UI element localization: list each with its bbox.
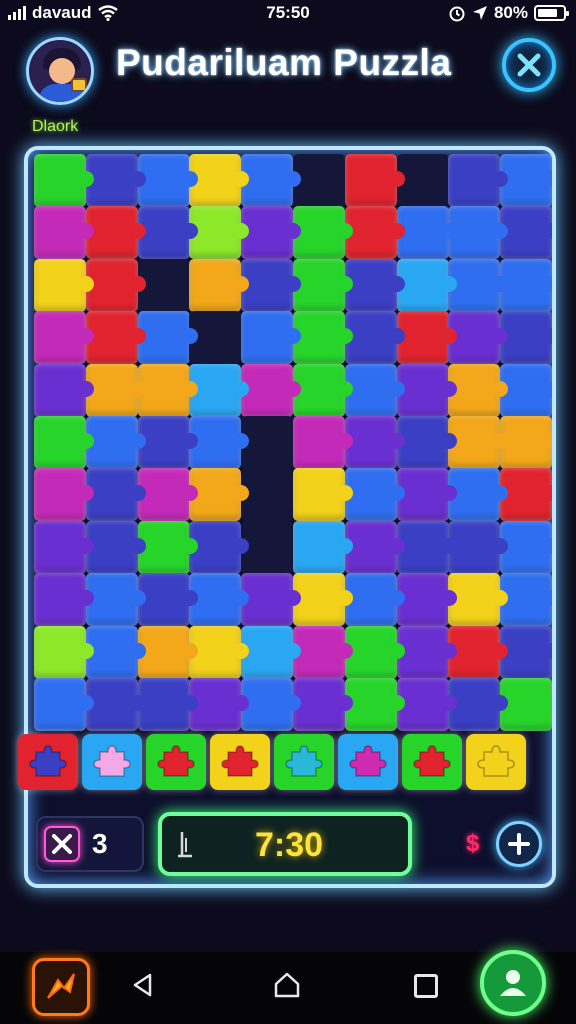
tray-piece[interactable] — [274, 734, 334, 790]
avatar[interactable] — [26, 37, 94, 105]
puzzle-tile[interactable] — [241, 678, 302, 731]
puzzle-tile[interactable] — [34, 363, 94, 417]
puzzle-tile[interactable] — [34, 258, 94, 312]
tray-piece[interactable] — [338, 734, 398, 790]
back-icon[interactable] — [130, 972, 156, 998]
location-arrow-icon — [472, 6, 487, 20]
navigation-bar — [0, 950, 576, 1024]
puzzle-tile[interactable] — [34, 468, 94, 522]
timer-value: 7:30 — [254, 826, 324, 864]
feather-piece-icon — [413, 745, 451, 777]
plus-icon — [508, 833, 530, 855]
puzzle-tile[interactable] — [500, 520, 552, 574]
puzzle-tile[interactable] — [500, 363, 552, 417]
bolt-icon — [47, 973, 75, 999]
puzzle-grid[interactable] — [34, 154, 552, 731]
home-icon[interactable] — [272, 970, 302, 1000]
puzzle-tile[interactable] — [500, 154, 552, 207]
puzzle-tile[interactable] — [500, 678, 552, 731]
puzzle-tile[interactable] — [34, 678, 94, 731]
puzzle-tile[interactable] — [241, 258, 302, 312]
puzzle-piece-icon — [221, 745, 259, 777]
puzzle-tile[interactable] — [34, 416, 94, 469]
tray-piece[interactable] — [466, 734, 526, 790]
puzzle-tile[interactable] — [34, 311, 94, 365]
status-time: 75:50 — [266, 3, 310, 22]
tray-piece[interactable] — [18, 734, 78, 790]
puzzle-tile[interactable] — [500, 206, 552, 260]
puzzle-tile[interactable] — [293, 520, 353, 574]
moves-counter: 3 — [36, 816, 144, 872]
brand-button[interactable] — [32, 958, 90, 1016]
puzzle-piece-icon — [157, 745, 195, 777]
alarm-icon — [449, 6, 465, 22]
puzzle-piece-icon — [349, 745, 387, 777]
moves-count: 3 — [92, 828, 108, 859]
close-x-icon — [44, 826, 80, 862]
puzzle-tile[interactable] — [34, 206, 94, 260]
profile-button[interactable] — [480, 950, 546, 1016]
tray-piece[interactable] — [146, 734, 206, 790]
user-icon — [500, 970, 526, 996]
puzzle-tile[interactable] — [241, 154, 302, 207]
puzzle-tile[interactable] — [189, 258, 250, 312]
puzzle-tile[interactable] — [241, 468, 294, 522]
add-button[interactable] — [496, 821, 542, 867]
puzzle-tile[interactable] — [344, 154, 405, 207]
close-icon — [517, 53, 541, 77]
puzzle-piece-icon — [477, 745, 515, 777]
tray-piece[interactable] — [210, 734, 270, 790]
puzzle-tile[interactable] — [241, 416, 294, 469]
flower-piece-icon — [93, 745, 131, 777]
coin-icon[interactable]: $ — [466, 830, 479, 858]
puzzle-tile[interactable] — [241, 520, 294, 574]
close-button[interactable] — [502, 38, 556, 92]
puzzle-tile[interactable] — [34, 573, 94, 627]
puzzle-tile[interactable] — [241, 206, 302, 260]
puzzle-tile[interactable] — [34, 154, 94, 207]
tray-piece[interactable] — [82, 734, 142, 790]
puzzle-tile[interactable] — [500, 573, 552, 627]
puzzle-tile[interactable] — [34, 625, 94, 679]
app-title: Pudariluam Puzzla — [116, 42, 452, 83]
tray-piece[interactable] — [402, 734, 462, 790]
puzzle-tile[interactable] — [241, 573, 302, 627]
puzzle-tile[interactable] — [500, 625, 552, 679]
status-right: 80% — [448, 3, 569, 23]
piece-tray[interactable] — [18, 734, 558, 792]
battery-percent: 80% — [493, 3, 528, 22]
puzzle-tile[interactable] — [241, 363, 302, 417]
subtitle: Dlaork — [32, 118, 79, 135]
app-header: Pudariluam Puzzla — [0, 30, 576, 110]
puzzle-tile[interactable] — [500, 416, 552, 469]
puzzle-piece-icon — [285, 745, 323, 777]
puzzle-tile[interactable] — [293, 206, 353, 260]
puzzle-tile[interactable] — [293, 468, 353, 522]
puzzle-piece-icon — [29, 745, 67, 777]
recent-apps-icon[interactable] — [414, 974, 438, 998]
battery-icon — [534, 5, 569, 21]
puzzle-tile[interactable] — [293, 416, 353, 469]
status-bar: davaud 75:50 80% — [0, 0, 576, 26]
puzzle-tile[interactable] — [500, 311, 552, 365]
puzzle-tile[interactable] — [448, 154, 509, 207]
timer: 7:30 — [158, 812, 412, 876]
puzzle-tile[interactable] — [500, 258, 552, 312]
puzzle-tile[interactable] — [241, 311, 302, 365]
puzzle-tile[interactable] — [241, 625, 302, 679]
puzzle-tile[interactable] — [34, 520, 94, 574]
puzzle-tile[interactable] — [500, 468, 552, 522]
